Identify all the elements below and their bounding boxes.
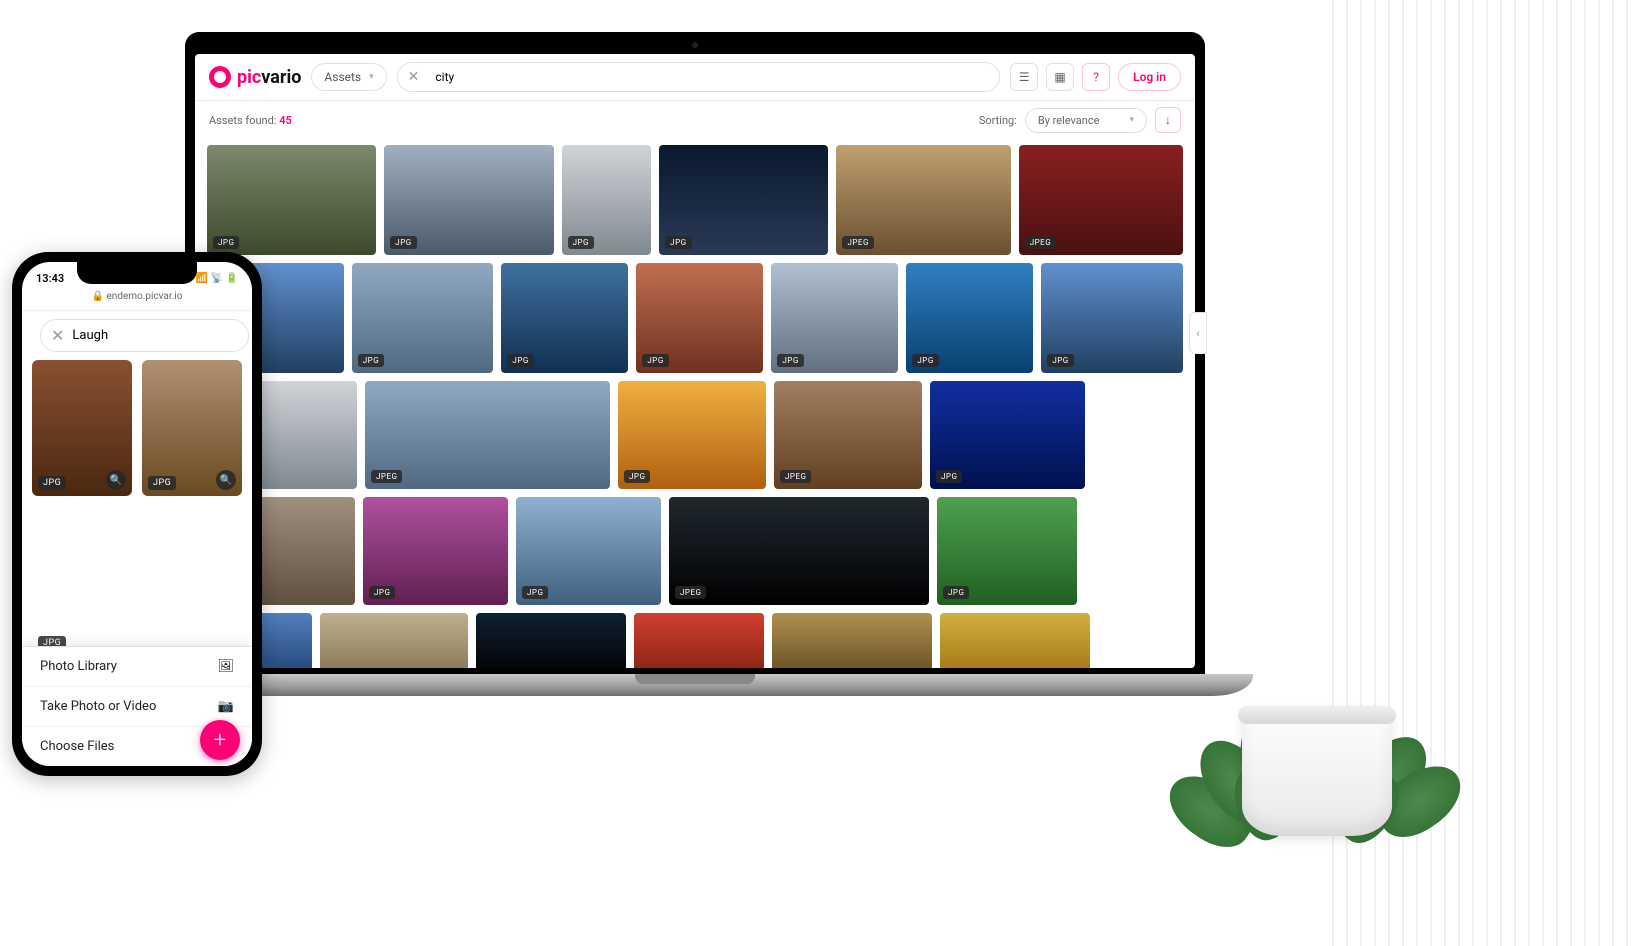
format-badge: JPG <box>936 470 962 483</box>
asset-thumbnail[interactable]: JPEG <box>1019 145 1183 255</box>
format-badge: JPEG <box>780 470 811 483</box>
sheet-item-label: Choose Files <box>40 739 114 754</box>
mobile-search-input[interactable] <box>72 328 238 343</box>
asset-thumbnail[interactable]: JPEG <box>669 497 929 605</box>
assets-dropdown[interactable]: Assets ▾ <box>311 63 386 91</box>
asset-thumbnail[interactable]: JPG <box>930 381 1085 489</box>
chevron-down-icon: ▾ <box>1129 115 1134 125</box>
mobile-search-bar: ✕ <box>40 319 249 352</box>
asset-thumbnail[interactable]: JPG <box>771 263 898 373</box>
sheet-item[interactable]: Photo Library 🖼 <box>22 647 252 687</box>
clear-search-icon[interactable]: ✕ <box>51 326 64 345</box>
format-badge: JPG <box>624 470 650 483</box>
download-button[interactable]: ↓ <box>1155 107 1181 133</box>
format-badge: JPG <box>522 586 548 599</box>
clear-search-icon[interactable]: ✕ <box>398 69 430 85</box>
format-badge: JPG <box>148 476 176 490</box>
asset-thumbnail[interactable]: JPG <box>384 145 553 255</box>
add-fab[interactable]: + <box>200 720 240 760</box>
view-list-button[interactable]: ☰ <box>1010 63 1038 91</box>
asset-thumbnail[interactable]: JPG <box>659 145 828 255</box>
format-badge: JPG <box>507 354 533 367</box>
asset-thumbnail[interactable]: JPG <box>562 145 652 255</box>
format-badge: JPG <box>390 236 416 249</box>
format-badge: JPG <box>1047 354 1073 367</box>
asset-thumbnail[interactable]: JPG 🔍 <box>32 360 132 496</box>
format-badge: JPG <box>213 236 239 249</box>
zoom-icon[interactable]: 🔍 <box>216 470 236 490</box>
format-badge: JPG <box>358 354 384 367</box>
sheet-item-label: Take Photo or Video <box>40 699 156 714</box>
asset-thumbnail[interactable]: JPG <box>32 506 242 656</box>
asset-thumbnail[interactable]: JPG <box>906 263 1033 373</box>
sheet-item-label: Photo Library <box>40 659 117 674</box>
asset-thumbnail[interactable]: JPEG <box>774 381 922 489</box>
logo-icon <box>209 66 231 88</box>
format-badge: JPG <box>369 586 395 599</box>
search-bar: ✕ <box>397 62 1000 92</box>
desktop-app: picvario Assets ▾ ✕ ☰ ▦ ? Log in <box>195 54 1195 668</box>
format-badge: JPEG <box>675 586 706 599</box>
asset-grid: JPG JPG JPG JPG JPEG JPEG JPG JPG JPG JPG JPG JPG JP… <box>195 139 1195 668</box>
asset-thumbnail[interactable]: JPEG <box>365 381 610 489</box>
chevron-down-icon: ▾ <box>369 72 374 82</box>
asset-thumbnail[interactable]: JPG <box>1041 263 1183 373</box>
sorting-label: Sorting: <box>979 114 1017 127</box>
format-badge: JPG <box>943 586 969 599</box>
help-button[interactable]: ? <box>1082 63 1110 91</box>
asset-thumbnail[interactable]: JPG <box>363 497 508 605</box>
zoom-icon[interactable]: 🔍 <box>106 470 126 490</box>
url-text: endemo.picvar.io <box>107 291 183 302</box>
sort-dropdown[interactable]: By relevance ▾ <box>1025 108 1147 133</box>
mobile-app: 13:43 📶 📡 🔋 🔒 endemo.picvar.io ✕ JPG🔍JPG… <box>22 262 252 766</box>
format-badge: JPG <box>38 476 66 490</box>
asset-thumbnail[interactable]: JPG <box>501 263 628 373</box>
status-icons: 📶 📡 🔋 <box>196 273 238 284</box>
collapse-panel-button[interactable]: ‹ <box>1189 312 1207 354</box>
asset-thumbnail[interactable]: JPG <box>937 497 1077 605</box>
search-input[interactable] <box>429 63 999 91</box>
asset-thumbnail[interactable] <box>320 613 468 668</box>
phone-device: 13:43 📶 📡 🔋 🔒 endemo.picvar.io ✕ JPG🔍JPG… <box>12 252 262 776</box>
view-grid-button[interactable]: ▦ <box>1046 63 1074 91</box>
asset-thumbnail[interactable]: JPG <box>207 145 376 255</box>
decorative-plant <box>1162 496 1462 836</box>
brand-part2: vario <box>261 67 301 88</box>
format-badge: JPG <box>912 354 938 367</box>
asset-thumbnail[interactable] <box>634 613 764 668</box>
format-badge: JPG <box>568 236 594 249</box>
asset-thumbnail[interactable]: JPG <box>636 263 763 373</box>
format-badge: JPG <box>665 236 691 249</box>
format-badge: JPG <box>777 354 803 367</box>
format-badge: JPEG <box>842 236 873 249</box>
brand-logo[interactable]: picvario <box>209 66 301 88</box>
format-badge: JPEG <box>371 470 402 483</box>
sort-value: By relevance <box>1038 114 1100 127</box>
found-label: Assets found: <box>209 114 276 127</box>
mobile-asset-grid: JPG 🔍 JPG 🔍 <box>22 360 252 496</box>
found-count: 45 <box>279 114 292 127</box>
asset-thumbnail[interactable]: JPG <box>352 263 494 373</box>
format-badge: JPEG <box>1025 236 1056 249</box>
asset-thumbnail[interactable] <box>772 613 932 668</box>
asset-thumbnail[interactable] <box>940 613 1090 668</box>
asset-thumbnail[interactable]: JPG 🔍 <box>142 360 242 496</box>
laptop-device: picvario Assets ▾ ✕ ☰ ▦ ? Log in <box>185 32 1205 684</box>
status-time: 13:43 <box>36 272 64 285</box>
asset-thumbnail[interactable]: JPG <box>618 381 766 489</box>
login-button[interactable]: Log in <box>1118 63 1181 91</box>
sheet-item-icon: 🖼 <box>217 659 234 674</box>
format-badge: JPG <box>642 354 668 367</box>
sheet-item-icon: 📷 <box>218 699 234 714</box>
info-bar: Assets found: 45 Sorting: By relevance ▾… <box>195 101 1195 139</box>
brand-part1: pic <box>237 67 261 88</box>
header: picvario Assets ▾ ✕ ☰ ▦ ? Log in <box>195 54 1195 101</box>
url-bar[interactable]: 🔒 endemo.picvar.io <box>22 287 252 311</box>
asset-thumbnail[interactable]: JPEG <box>836 145 1010 255</box>
assets-label: Assets <box>324 70 361 84</box>
asset-thumbnail[interactable]: JPG <box>516 497 661 605</box>
asset-thumbnail[interactable] <box>476 613 626 668</box>
